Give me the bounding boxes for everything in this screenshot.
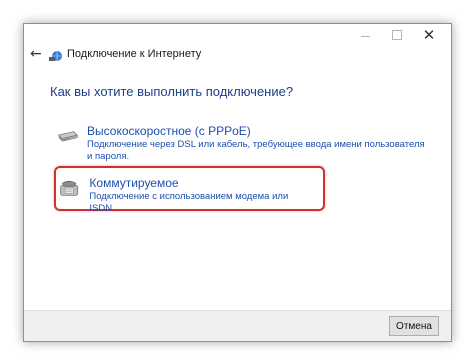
option-title: Высокоскоростное (с PPPoE) (87, 124, 251, 138)
option-description: Подключение через DSL или кабель, требую… (87, 139, 425, 162)
maximize-button[interactable] (381, 26, 413, 44)
page-heading: Как вы хотите выполнить подключение? (50, 84, 294, 99)
option-broadband-pppoe[interactable]: Высокоскоростное (с PPPoE) Подключение ч… (56, 124, 426, 163)
dialup-phone-icon (60, 180, 79, 196)
maximize-icon (392, 30, 402, 40)
minimize-icon (360, 35, 370, 37)
close-button[interactable]: ✕ (413, 26, 445, 44)
option-description: Подключение с использованием модема или … (89, 191, 289, 214)
option-title: Коммутируемое (89, 176, 179, 190)
option-text: Высокоскоростное (с PPPoE) Подключение ч… (87, 124, 426, 163)
network-globe-icon (49, 51, 62, 61)
back-arrow-icon[interactable]: ← (30, 46, 42, 62)
cancel-button[interactable]: Отмена (389, 316, 439, 336)
option-dialup[interactable]: Коммутируемое Подключение с использовани… (56, 176, 311, 215)
footer-bar: Отмена (24, 310, 451, 341)
window-title: Подключение к Интернету (67, 48, 202, 60)
title-bar: ← Подключение к Интернету (24, 46, 451, 66)
connection-wizard-window: ✕ ← Подключение к Интернету Как вы хотит… (23, 23, 452, 342)
window-controls: ✕ (349, 26, 445, 44)
minimize-button[interactable] (349, 26, 381, 44)
option-text: Коммутируемое Подключение с использовани… (89, 176, 311, 215)
modem-icon (58, 131, 78, 142)
